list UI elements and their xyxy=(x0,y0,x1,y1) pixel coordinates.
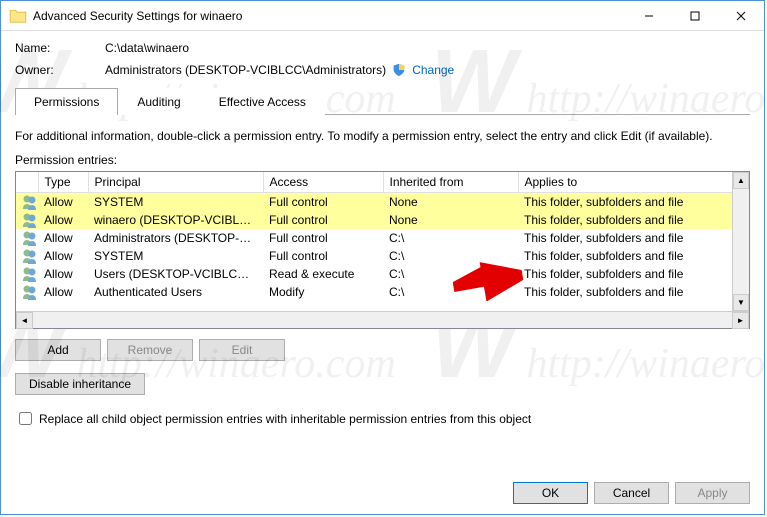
cell-access: Read & execute xyxy=(263,265,383,283)
scroll-right-button[interactable]: ► xyxy=(732,312,749,329)
horizontal-scrollbar[interactable]: ◄ ► xyxy=(16,311,749,328)
cell-applies: This folder, subfolders and file xyxy=(518,265,749,283)
name-row: Name: C:\data\winaero xyxy=(15,41,750,55)
table-row[interactable]: Allowwinaero (DESKTOP-VCIBLCC\...Full co… xyxy=(16,211,749,229)
users-icon xyxy=(16,193,38,212)
uac-shield-icon xyxy=(392,63,406,77)
cell-inherited: C:\ xyxy=(383,229,518,247)
maximize-button[interactable] xyxy=(672,1,718,30)
tab-auditing[interactable]: Auditing xyxy=(118,88,199,115)
cell-type: Allow xyxy=(38,283,88,301)
users-icon xyxy=(16,247,38,265)
table-row[interactable]: AllowAuthenticated UsersModifyC:\This fo… xyxy=(16,283,749,301)
titlebar: Advanced Security Settings for winaero xyxy=(1,1,764,31)
table-row[interactable]: AllowSYSTEMFull controlC:\This folder, s… xyxy=(16,247,749,265)
owner-row: Owner: Administrators (DESKTOP-VCIBLCC\A… xyxy=(15,63,750,77)
users-icon xyxy=(16,211,38,229)
ok-button[interactable]: OK xyxy=(513,482,588,504)
change-owner-link[interactable]: Change xyxy=(412,63,454,77)
edit-button: Edit xyxy=(199,339,285,361)
name-value: C:\data\winaero xyxy=(105,41,189,55)
users-icon xyxy=(16,229,38,247)
cell-access: Modify xyxy=(263,283,383,301)
inheritance-buttons: Disable inheritance xyxy=(15,373,750,395)
cell-principal: Administrators (DESKTOP-VCI... xyxy=(88,229,263,247)
cell-applies: This folder, subfolders and file xyxy=(518,229,749,247)
cell-inherited: None xyxy=(383,211,518,229)
cell-type: Allow xyxy=(38,247,88,265)
cell-type: Allow xyxy=(38,211,88,229)
close-button[interactable] xyxy=(718,1,764,30)
cell-inherited: None xyxy=(383,193,518,212)
column-header-access[interactable]: Access xyxy=(263,172,383,193)
entry-buttons: Add Remove Edit xyxy=(15,339,750,361)
owner-label: Owner: xyxy=(15,63,105,77)
cell-access: Full control xyxy=(263,229,383,247)
cell-principal: SYSTEM xyxy=(88,193,263,212)
column-header-applies[interactable]: Applies to xyxy=(518,172,749,193)
add-button[interactable]: Add xyxy=(15,339,101,361)
cell-applies: This folder, subfolders and file xyxy=(518,211,749,229)
scroll-down-button[interactable]: ▼ xyxy=(733,294,749,311)
permission-table: Type Principal Access Inherited from App… xyxy=(15,171,750,329)
cell-access: Full control xyxy=(263,247,383,265)
remove-button: Remove xyxy=(107,339,193,361)
scroll-track[interactable] xyxy=(733,189,749,294)
window-controls xyxy=(626,1,764,30)
cell-applies: This folder, subfolders and file xyxy=(518,193,749,212)
column-header-type[interactable]: Type xyxy=(38,172,88,193)
permission-entries-label: Permission entries: xyxy=(15,153,750,167)
replace-children-label: Replace all child object permission entr… xyxy=(39,412,531,426)
column-header-inherited[interactable]: Inherited from xyxy=(383,172,518,193)
folder-icon xyxy=(9,7,27,25)
cell-access: Full control xyxy=(263,211,383,229)
cell-principal: SYSTEM xyxy=(88,247,263,265)
tabs: Permissions Auditing Effective Access xyxy=(15,87,750,115)
cell-applies: This folder, subfolders and file xyxy=(518,283,749,301)
cell-principal: winaero (DESKTOP-VCIBLCC\... xyxy=(88,211,263,229)
cell-inherited: C:\ xyxy=(383,247,518,265)
cell-type: Allow xyxy=(38,193,88,212)
replace-children-checkbox[interactable] xyxy=(19,412,32,425)
disable-inheritance-button[interactable]: Disable inheritance xyxy=(15,373,145,395)
owner-value: Administrators (DESKTOP-VCIBLCC\Administ… xyxy=(105,63,386,77)
cell-access: Full control xyxy=(263,193,383,212)
apply-button: Apply xyxy=(675,482,750,504)
name-label: Name: xyxy=(15,41,105,55)
cell-type: Allow xyxy=(38,229,88,247)
column-header-principal[interactable]: Principal xyxy=(88,172,263,193)
scroll-up-button[interactable]: ▲ xyxy=(733,172,749,189)
info-text: For additional information, double-click… xyxy=(15,129,750,143)
table-row[interactable]: AllowUsers (DESKTOP-VCIBLCC\Us...Read & … xyxy=(16,265,749,283)
cell-principal: Users (DESKTOP-VCIBLCC\Us... xyxy=(88,265,263,283)
minimize-button[interactable] xyxy=(626,1,672,30)
replace-checkbox-row: Replace all child object permission entr… xyxy=(15,409,750,428)
cell-type: Allow xyxy=(38,265,88,283)
table-row[interactable]: AllowAdministrators (DESKTOP-VCI...Full … xyxy=(16,229,749,247)
cell-inherited: C:\ xyxy=(383,265,518,283)
cell-applies: This folder, subfolders and file xyxy=(518,247,749,265)
advanced-security-window: W http://winaero.com W http://winaero. W… xyxy=(0,0,765,515)
cancel-button[interactable]: Cancel xyxy=(594,482,669,504)
cell-principal: Authenticated Users xyxy=(88,283,263,301)
content-area: Name: C:\data\winaero Owner: Administrat… xyxy=(1,31,764,436)
tab-permissions[interactable]: Permissions xyxy=(15,88,118,115)
cell-inherited: C:\ xyxy=(383,283,518,301)
column-header-icon[interactable] xyxy=(16,172,38,193)
users-icon xyxy=(16,265,38,283)
window-title: Advanced Security Settings for winaero xyxy=(33,9,626,23)
tab-effective-access[interactable]: Effective Access xyxy=(200,88,325,115)
vertical-scrollbar[interactable]: ▲ ▼ xyxy=(732,172,749,311)
scroll-left-button[interactable]: ◄ xyxy=(16,312,33,329)
table-row[interactable]: AllowSYSTEMFull controlNoneThis folder, … xyxy=(16,193,749,212)
dialog-buttons: OK Cancel Apply xyxy=(513,482,750,504)
users-icon xyxy=(16,283,38,301)
